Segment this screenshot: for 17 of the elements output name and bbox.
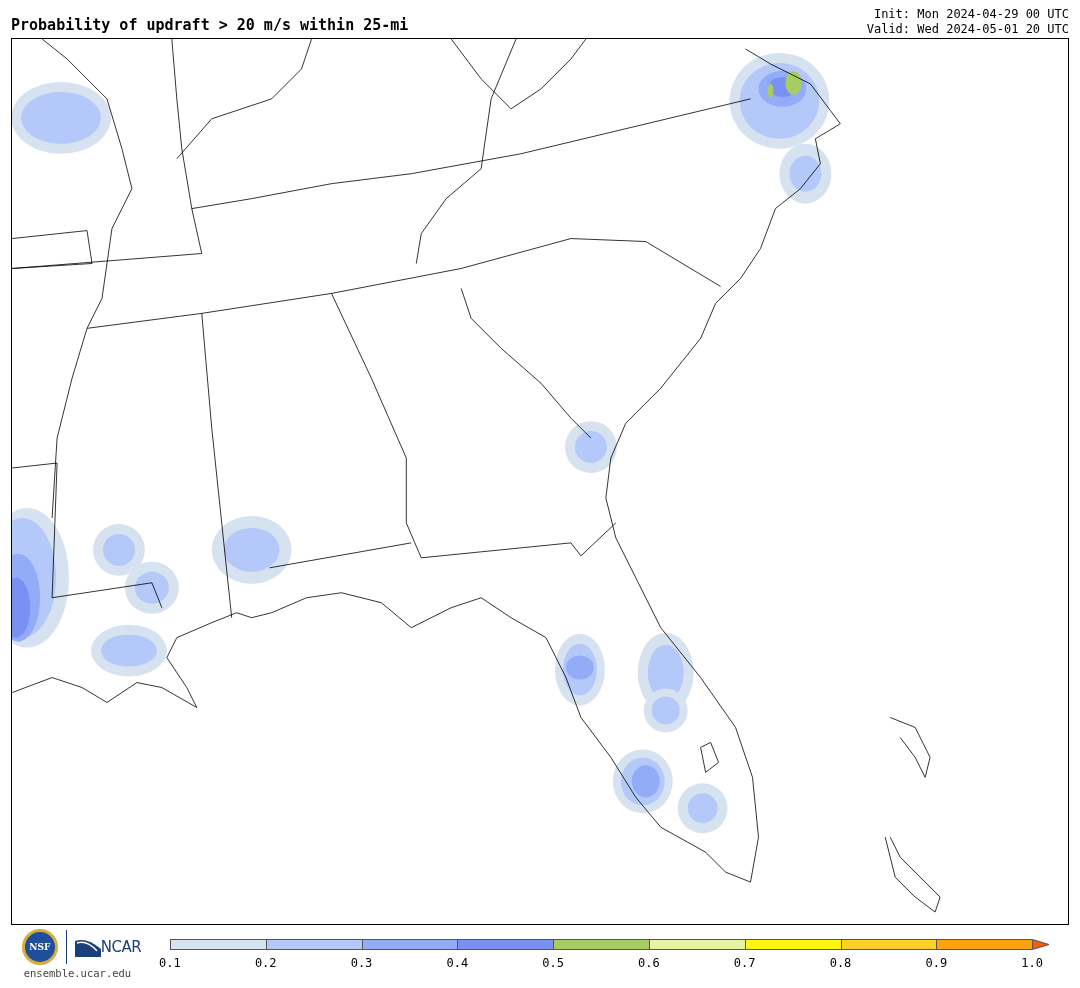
colorbar-tick-label: 0.4 [445, 956, 470, 970]
colorbar-tick-label: 0.6 [637, 956, 661, 970]
colorbar-tick-label: 0.9 [924, 956, 949, 970]
colorbar-tick-label: 0.7 [732, 956, 757, 970]
colorbar-tick-label: 0.5 [541, 956, 565, 970]
ncar-logo-text: NCAR [100, 938, 142, 956]
colorbar-tick-label: 0.3 [349, 956, 374, 970]
valid-time: Valid: Wed 2024-05-01 20 UTC [866, 22, 1069, 37]
colorbar-tick-label: 0.8 [828, 956, 853, 970]
website-url: ensemble.ucar.edu [23, 967, 132, 979]
colorbar-tick-label: 1.0 [1020, 956, 1044, 970]
ncar-logo-icon [74, 937, 101, 957]
colorbar-tick-label: 0.1 [158, 956, 182, 970]
nsf-seal-logo: NSF [21, 929, 58, 965]
init-time: Init: Mon 2024-04-29 00 UTC [873, 7, 1069, 22]
colorbar-tick-label: 0.2 [253, 956, 278, 970]
chart-title: Probability of updraft > 20 m/s within 25-mi [11, 16, 409, 34]
